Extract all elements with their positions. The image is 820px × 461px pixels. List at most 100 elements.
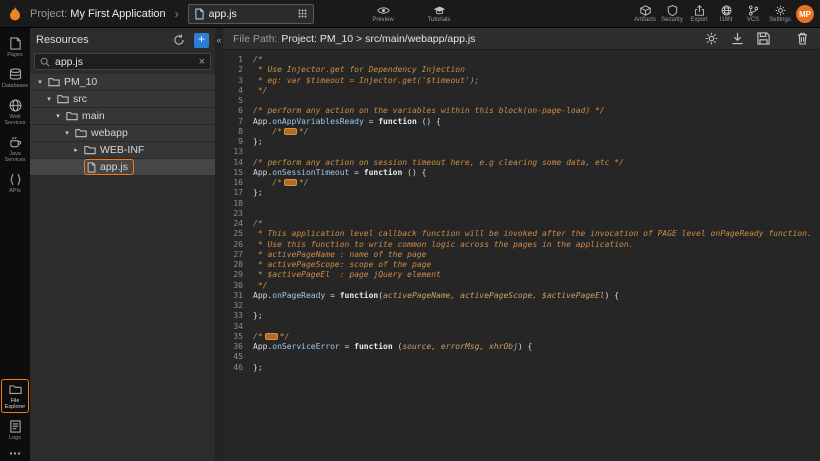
sidebar-item-java-services[interactable]: Java Services	[1, 132, 29, 166]
project-label: Project:	[30, 8, 67, 20]
code-line[interactable]: 33};	[223, 311, 820, 321]
code-line[interactable]: 30 */	[223, 281, 820, 291]
chevron-right-icon[interactable]: ▸	[72, 146, 80, 154]
collapse-panel-icon[interactable]: «	[215, 36, 223, 45]
sidebar-item-label: Databases	[2, 83, 28, 89]
code-line[interactable]: 36App.onServiceError = function (source,…	[223, 342, 820, 352]
chevron-down-icon[interactable]: ▾	[63, 129, 71, 137]
code-line[interactable]: 27 * activePageName : name of the page	[223, 250, 820, 260]
resources-panel: Resources + × ▾PM_10▾src▾main▾webapp▸WEB…	[30, 28, 215, 461]
line-number: 6	[223, 106, 243, 116]
folded-code-widget[interactable]	[265, 333, 278, 340]
code-line[interactable]: 8 /**/	[223, 127, 820, 137]
topbar-action-label: Preview	[372, 17, 393, 23]
workspace: Pages Databases Web Services Java Services A…	[0, 28, 820, 461]
code-line[interactable]: 23	[223, 209, 820, 219]
resources-search[interactable]: ×	[34, 53, 211, 70]
sidebar-item-pages[interactable]: Pages	[1, 33, 29, 61]
code-line[interactable]: 9};	[223, 137, 820, 147]
code-line[interactable]: 15App.onSessionTimeout = function () {	[223, 168, 820, 178]
code-line[interactable]: 1/*	[223, 55, 820, 65]
tree-item-src[interactable]: ▾src	[30, 91, 215, 108]
chevron-down-icon[interactable]: ▾	[54, 112, 62, 120]
sidebar-item-apis[interactable]: APIs	[1, 169, 29, 197]
code-line[interactable]: 25 * This application level callback fun…	[223, 229, 820, 239]
clear-search-icon[interactable]: ×	[199, 56, 205, 68]
topbar-action-i18n[interactable]: I18N	[715, 5, 737, 23]
sidebar-item-web-services[interactable]: Web Services	[1, 95, 29, 129]
add-resource-button[interactable]: +	[194, 33, 209, 48]
code-line[interactable]: 28 * activePageScope: scope of the page	[223, 260, 820, 270]
topbar-action-tutorials[interactable]: Tutorials	[428, 5, 450, 23]
code-line[interactable]: 29 * $activePageEl : page jQuery element	[223, 270, 820, 280]
topbar-action-security[interactable]: Security	[661, 5, 683, 23]
folder-icon	[84, 145, 96, 155]
open-file-tab[interactable]: app.js	[188, 4, 314, 24]
code-line[interactable]: 4 */	[223, 86, 820, 96]
download-icon[interactable]	[731, 32, 744, 45]
code-line[interactable]: 2 * Use Injector.get for Dependency Inje…	[223, 65, 820, 75]
code-line[interactable]: 16 /**/	[223, 178, 820, 188]
code-line[interactable]: 7App.onAppVariablesReady = function () {	[223, 117, 820, 127]
line-number: 25	[223, 229, 243, 239]
web-services-icon	[9, 99, 22, 112]
tree-item-web-inf[interactable]: ▸WEB-INF	[30, 142, 215, 159]
tree-item-app-js[interactable]: app.js	[30, 159, 215, 176]
code-line[interactable]: 18	[223, 199, 820, 209]
file-icon	[195, 8, 204, 20]
project-name[interactable]: My First Application	[70, 8, 165, 20]
topbar-action-export[interactable]: Export	[688, 5, 710, 23]
tree-item-main[interactable]: ▾main	[30, 108, 215, 125]
refresh-icon[interactable]	[173, 34, 185, 46]
code-line[interactable]: 45	[223, 352, 820, 362]
folded-code-widget[interactable]	[284, 179, 297, 186]
gear-icon[interactable]	[705, 32, 718, 45]
sidebar-item-logs[interactable]: Logs	[1, 416, 29, 444]
code-line[interactable]: 13	[223, 147, 820, 157]
topbar-action-artifacts[interactable]: Artifacts	[634, 5, 656, 23]
code-line[interactable]: 26 * Use this function to write common l…	[223, 240, 820, 250]
line-number: 23	[223, 209, 243, 219]
code-line[interactable]: 31App.onPageReady = function(activePageN…	[223, 291, 820, 301]
sidebar-item-label: Pages	[7, 52, 23, 58]
code-line[interactable]: 35/**/	[223, 332, 820, 342]
search-input[interactable]	[55, 56, 194, 68]
code-line[interactable]: 34	[223, 322, 820, 332]
code-editor[interactable]: 1/*2 * Use Injector.get for Dependency I…	[223, 50, 820, 461]
code-line[interactable]: 24/*	[223, 219, 820, 229]
file-tab-label: app.js	[209, 8, 237, 20]
code-line[interactable]: 17};	[223, 188, 820, 198]
code-line[interactable]: 46};	[223, 363, 820, 373]
more-icon[interactable]	[9, 451, 21, 456]
pages-icon	[9, 37, 22, 50]
panel-splitter[interactable]: «	[215, 28, 223, 461]
wavemaker-logo-icon[interactable]	[0, 6, 30, 22]
database-icon	[9, 68, 22, 81]
topbar-action-settings[interactable]: Settings	[769, 5, 791, 23]
folded-code-widget[interactable]	[284, 128, 297, 135]
trash-icon[interactable]	[797, 32, 808, 45]
topbar-center-actions: Preview Tutorials	[372, 0, 450, 28]
sidebar-item-databases[interactable]: Databases	[1, 64, 29, 92]
save-icon[interactable]	[757, 32, 770, 45]
code-line[interactable]: 32	[223, 301, 820, 311]
topbar-action-preview[interactable]: Preview	[372, 5, 394, 23]
sidebar-item-label: APIs	[9, 188, 21, 194]
code-line[interactable]: 5	[223, 96, 820, 106]
chevron-down-icon[interactable]: ▾	[36, 78, 44, 86]
sidebar-item-file-explorer[interactable]: File Explorer	[1, 379, 29, 413]
chevron-right-icon[interactable]: ›	[175, 7, 179, 21]
grid-menu-icon[interactable]	[298, 9, 307, 18]
avatar[interactable]: MP	[796, 5, 814, 23]
tree-item-webapp[interactable]: ▾webapp	[30, 125, 215, 142]
chevron-down-icon[interactable]: ▾	[45, 95, 53, 103]
line-number: 14	[223, 158, 243, 168]
code-line[interactable]: 6/* perform any action on the variables …	[223, 106, 820, 116]
line-number: 24	[223, 219, 243, 229]
tree-item-pm-10[interactable]: ▾PM_10	[30, 74, 215, 91]
line-number: 35	[223, 332, 243, 342]
topbar-action-label: I18N	[720, 17, 733, 23]
code-line[interactable]: 14/* perform any action on session timeo…	[223, 158, 820, 168]
topbar-action-vcs[interactable]: VCS	[742, 5, 764, 23]
code-line[interactable]: 3 * eg: var $timeout = Injector.get('$ti…	[223, 76, 820, 86]
